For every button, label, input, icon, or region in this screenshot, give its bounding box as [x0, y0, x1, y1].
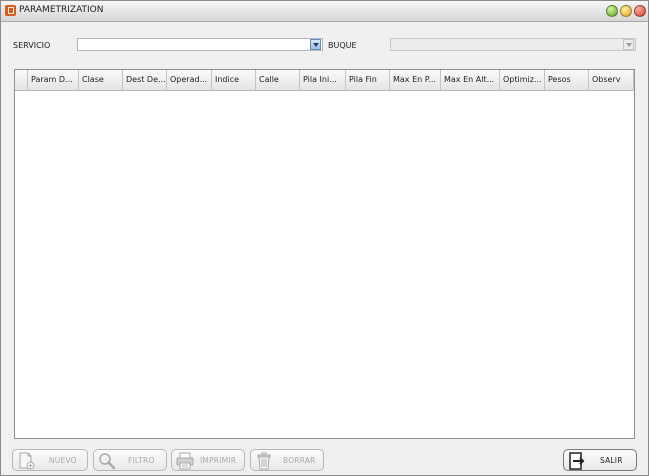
title-bar[interactable]: PARAMETRIZATION: [1, 1, 648, 22]
buque-dropdown[interactable]: [390, 38, 636, 51]
salir-button[interactable]: SALIR: [563, 449, 637, 471]
window-title: PARAMETRIZATION: [19, 5, 104, 15]
imprimir-label: IMPRIMIR: [200, 456, 237, 465]
close-button[interactable]: [634, 5, 646, 17]
filtro-button[interactable]: FILTRO: [93, 449, 167, 471]
column-header[interactable]: Pesos: [545, 70, 589, 90]
trash-icon: [257, 452, 271, 470]
column-header[interactable]: Indice: [212, 70, 256, 90]
search-icon: [99, 453, 116, 470]
borrar-button[interactable]: BORRAR: [250, 449, 324, 471]
column-header[interactable]: Dest De...: [123, 70, 167, 90]
filtro-label: FILTRO: [128, 456, 155, 465]
nuevo-button[interactable]: NUEVO: [12, 449, 88, 471]
salir-label: SALIR: [600, 456, 623, 465]
maximize-button[interactable]: [606, 5, 618, 17]
minimize-button[interactable]: [620, 5, 632, 17]
column-header[interactable]: Param D...: [28, 70, 79, 90]
servicio-dropdown-button[interactable]: [310, 39, 321, 50]
parametrization-window: PARAMETRIZATION SERVICIO BUQUE Param D..…: [0, 0, 649, 476]
column-header[interactable]: Clase: [79, 70, 123, 90]
column-header[interactable]: Observ: [589, 70, 634, 90]
borrar-label: BORRAR: [283, 456, 316, 465]
app-icon: [5, 5, 16, 16]
nuevo-label: NUEVO: [49, 456, 77, 465]
new-document-icon: [19, 452, 35, 470]
data-grid[interactable]: Param D... Clase Dest De... Operad... In…: [14, 69, 635, 439]
servicio-dropdown[interactable]: [77, 38, 323, 51]
column-header[interactable]: Max En P...: [390, 70, 441, 90]
printer-icon: [176, 452, 194, 470]
column-header[interactable]: Pila Fin: [346, 70, 390, 90]
column-header[interactable]: Pila Ini...: [300, 70, 346, 90]
imprimir-button[interactable]: IMPRIMIR: [171, 449, 245, 471]
column-header[interactable]: Operad...: [167, 70, 212, 90]
grid-header: Param D... Clase Dest De... Operad... In…: [15, 70, 634, 91]
servicio-label: SERVICIO: [13, 41, 51, 50]
buque-dropdown-button[interactable]: [623, 39, 634, 50]
exit-icon: [569, 452, 585, 470]
row-selector-header[interactable]: [15, 70, 28, 90]
column-header[interactable]: Optimiz...: [500, 70, 545, 90]
buque-label: BUQUE: [328, 41, 357, 50]
column-header[interactable]: Calle: [256, 70, 300, 90]
column-header[interactable]: Max En Alt...: [441, 70, 500, 90]
